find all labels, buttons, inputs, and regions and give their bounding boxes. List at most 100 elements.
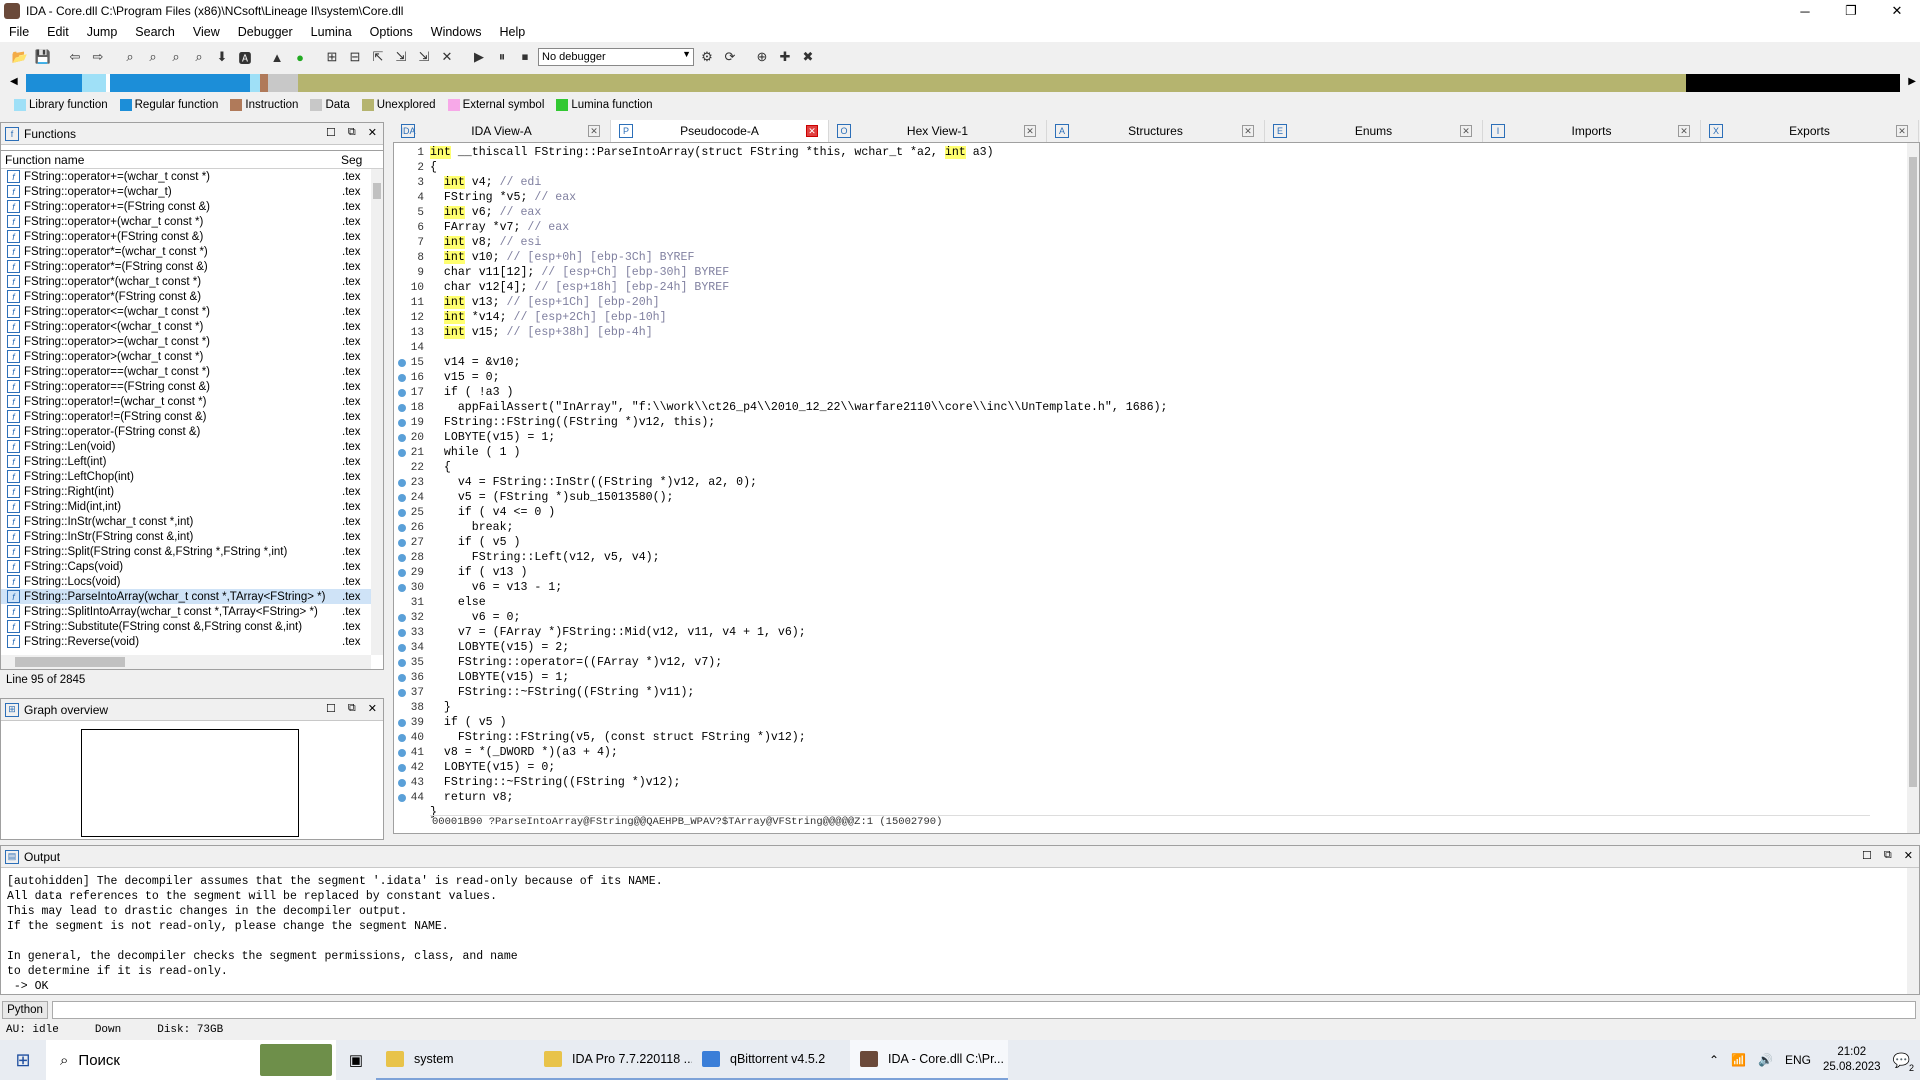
function-row[interactable]: f FString::operator==(wchar_t const *) .te… <box>1 364 383 379</box>
code-line[interactable]: 33 v7 = (FArray *)FString::Mid(v12, v11,… <box>394 625 806 640</box>
code-line[interactable]: 41 v8 = *(_DWORD *)(a3 + 4); <box>394 745 618 760</box>
function-row[interactable]: f FString::operator+=(FString const &) .te… <box>1 199 383 214</box>
function-row[interactable]: f FString::operator>(wchar_t const *) .tex <box>1 349 383 364</box>
breakpoint-dot-icon[interactable] <box>398 764 406 772</box>
function-row[interactable]: f FString::operator+=(wchar_t) .tex <box>1 184 383 199</box>
debugger-options-icon[interactable]: ⚙ <box>697 47 717 67</box>
breakpoint-dot-icon[interactable] <box>398 749 406 757</box>
close-button[interactable]: ✕ <box>1874 0 1920 22</box>
breakpoint-dot-icon[interactable] <box>398 584 406 592</box>
code-line[interactable]: 28 FString::Left(v12, v5, v4); <box>394 550 660 565</box>
code-line[interactable]: 2{ <box>394 160 437 175</box>
taskbar-app[interactable]: qBittorrent v4.5.2 <box>692 1040 850 1080</box>
cancel-icon[interactable]: ✕ <box>437 47 457 67</box>
code-line[interactable]: 9 char v11[12]; // [esp+Ch] [ebp-30h] BY… <box>394 265 729 280</box>
panel-float-icon[interactable]: ⧉ <box>1884 849 1892 862</box>
functions-list[interactable]: Function name Seg f FString::operator+=(w… <box>0 150 384 670</box>
code-line[interactable]: 4 FString *v5; // eax <box>394 190 576 205</box>
tab-close-icon[interactable]: ✕ <box>1896 125 1908 137</box>
code-line[interactable]: 19 FString::FString((FString *)v12, this… <box>394 415 715 430</box>
play-icon[interactable]: ▶ <box>469 47 489 67</box>
code-line[interactable]: 14 <box>394 340 424 355</box>
code-line[interactable]: 32 v6 = 0; <box>394 610 520 625</box>
code-line[interactable]: 22 { <box>394 460 451 475</box>
breakpoint-dot-icon[interactable] <box>398 554 406 562</box>
taskbar-app[interactable]: IDA - Core.dll C:\Pr... <box>850 1040 1008 1080</box>
code-line[interactable]: 11 int v13; // [esp+1Ch] [ebp-20h] <box>394 295 660 310</box>
column-header-name[interactable]: Function name <box>1 153 341 167</box>
green-circle-icon[interactable]: ● <box>290 47 310 67</box>
text-search-icon[interactable]: ⌕ <box>143 47 163 67</box>
xref-to-icon[interactable]: ⇲ <box>391 47 411 67</box>
stop-icon[interactable]: ⏹ <box>515 47 535 67</box>
search-next-icon[interactable]: ⌕ <box>166 47 186 67</box>
code-line[interactable]: 30 v6 = v13 - 1; <box>394 580 562 595</box>
code-line[interactable]: 43 FString::~FString((FString *)v12); <box>394 775 680 790</box>
panel-float-icon[interactable]: ⧉ <box>348 702 356 715</box>
code-line[interactable]: 8 int v10; // [esp+0h] [ebp-3Ch] BYREF <box>394 250 694 265</box>
menu-item-lumina[interactable]: Lumina <box>302 25 361 39</box>
tab-close-icon[interactable]: ✕ <box>806 125 818 137</box>
code-line[interactable]: 21 while ( 1 ) <box>394 445 520 460</box>
rename-icon[interactable]: 🅰 <box>235 47 255 67</box>
tab-close-icon[interactable]: ✕ <box>588 125 600 137</box>
refresh-icon[interactable]: ⟳ <box>720 47 740 67</box>
binary-search-icon[interactable]: ⌕ <box>120 47 140 67</box>
panel-maximize-icon[interactable]: ☐ <box>1862 849 1872 862</box>
debugger-select[interactable]: No debugger ▼ <box>538 48 694 66</box>
code-line[interactable]: 27 if ( v5 ) <box>394 535 520 550</box>
panel-close-icon[interactable]: ✕ <box>368 702 377 715</box>
function-row[interactable]: f FString::InStr(FString const &,int) .tex <box>1 529 383 544</box>
function-row[interactable]: f FString::Len(void) .tex <box>1 439 383 454</box>
code-line[interactable]: 17 if ( !a3 ) <box>394 385 514 400</box>
code-line[interactable]: 20 LOBYTE(v15) = 1; <box>394 430 555 445</box>
function-row[interactable]: f FString::operator!=(FString const &) .te… <box>1 409 383 424</box>
function-row[interactable]: f FString::operator!=(wchar_t const *) .te… <box>1 394 383 409</box>
breakpoint-dot-icon[interactable] <box>398 449 406 457</box>
arrow-left-icon[interactable]: ◀ <box>10 76 18 87</box>
notification-icon[interactable]: 💬 2 <box>1893 1052 1914 1073</box>
function-row[interactable]: f FString::operator+(wchar_t const *) .tex <box>1 214 383 229</box>
taskbar-app[interactable]: system <box>376 1040 534 1080</box>
function-row[interactable]: f FString::operator<(wchar_t const *) .tex <box>1 319 383 334</box>
tab-close-icon[interactable]: ✕ <box>1242 125 1254 137</box>
breakpoint-dot-icon[interactable] <box>398 719 406 727</box>
breakpoint-dot-icon[interactable] <box>398 659 406 667</box>
tab-ida-view-a[interactable]: IDA IDA View-A ✕ <box>393 120 611 142</box>
code-line[interactable]: } <box>394 805 437 820</box>
code-line[interactable]: 26 break; <box>394 520 514 535</box>
function-row[interactable]: f FString::Reverse(void) .tex <box>1 634 383 649</box>
breakpoint-dot-icon[interactable] <box>398 479 406 487</box>
pause-icon[interactable]: ⏸ <box>492 47 512 67</box>
code-line[interactable]: 24 v5 = (FString *)sub_15013580(); <box>394 490 674 505</box>
code-line[interactable]: 40 FString::FString(v5, (const struct FS… <box>394 730 806 745</box>
menu-item-windows[interactable]: Windows <box>422 25 491 39</box>
function-row[interactable]: f FString::operator*(FString const &) .tex <box>1 289 383 304</box>
menu-item-jump[interactable]: Jump <box>78 25 127 39</box>
python-button[interactable]: Python <box>2 1001 48 1019</box>
create-function-icon[interactable]: ▲ <box>267 47 287 67</box>
code-line[interactable]: 7 int v8; // esi <box>394 235 541 250</box>
tab-exports[interactable]: X Exports ✕ <box>1701 120 1919 142</box>
functions-horizontal-scrollbar[interactable] <box>1 655 371 669</box>
taskbar-search[interactable]: ⌕ Поиск <box>46 1040 336 1080</box>
breakpoint-dot-icon[interactable] <box>398 674 406 682</box>
function-row[interactable]: f FString::Locs(void) .tex <box>1 574 383 589</box>
tab-enums[interactable]: E Enums ✕ <box>1265 120 1483 142</box>
panel-float-icon[interactable]: ⧉ <box>348 126 356 139</box>
output-vertical-scrollbar[interactable] <box>1907 868 1919 994</box>
tab-close-icon[interactable]: ✕ <box>1678 125 1690 137</box>
open-folder-icon[interactable]: 📂 <box>10 47 30 67</box>
python-command-input[interactable] <box>52 1001 1916 1019</box>
code-line[interactable]: 16 v15 = 0; <box>394 370 500 385</box>
function-row[interactable]: f FString::operator-(FString const &) .tex <box>1 424 383 439</box>
function-row[interactable]: f FString::operator*(wchar_t const *) .tex <box>1 274 383 289</box>
breakpoint-dot-icon[interactable] <box>398 389 406 397</box>
panel-close-icon[interactable]: ✕ <box>368 126 377 139</box>
code-line[interactable]: 34 LOBYTE(v15) = 2; <box>394 640 569 655</box>
navigation-band[interactable]: ◀ ▶ <box>0 72 1920 94</box>
menu-item-debugger[interactable]: Debugger <box>229 25 302 39</box>
function-row[interactable]: f FString::Right(int) .tex <box>1 484 383 499</box>
menu-item-options[interactable]: Options <box>361 25 422 39</box>
code-line[interactable]: 42 LOBYTE(v15) = 0; <box>394 760 555 775</box>
